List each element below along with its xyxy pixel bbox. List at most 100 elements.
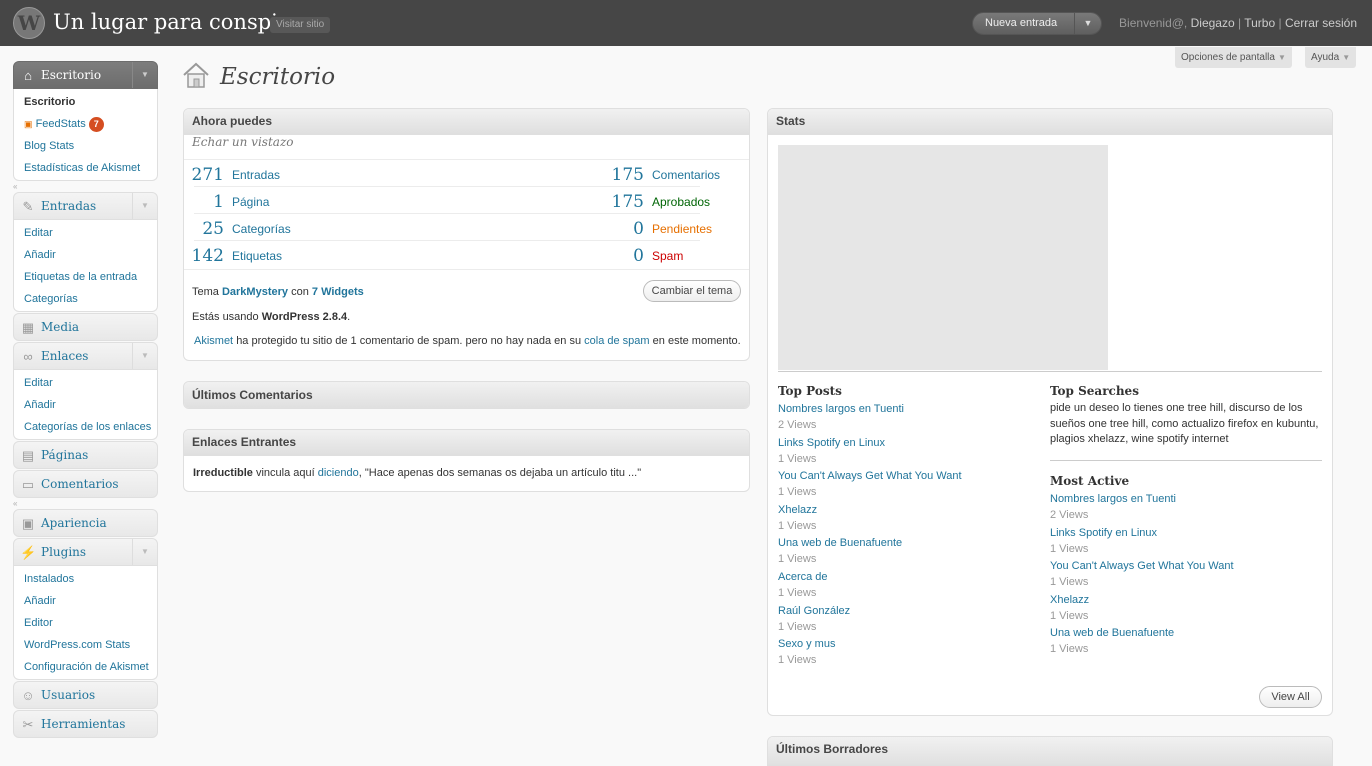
submenu-blog-stats[interactable]: Blog Stats <box>14 135 157 157</box>
most-active-heading: Most Active <box>1050 474 1130 488</box>
stats-post-link[interactable]: Sexo y mus <box>778 636 1038 652</box>
change-theme-button[interactable]: Cambiar el tema <box>643 280 741 302</box>
stats-post-views: 1 Views <box>778 553 817 566</box>
stats-post-link[interactable]: Links Spotify en Linux <box>1050 525 1324 541</box>
stats-post-views: 1 Views <box>778 486 817 499</box>
comments-icon: ▭ <box>21 477 35 492</box>
user-info: Bienvenid@, Diegazo | Turbo | Cerrar ses… <box>1119 16 1357 30</box>
stats-post-link[interactable]: You Can't Always Get What You Want <box>1050 558 1324 574</box>
submenu-feedstats[interactable]: ▣ FeedStats 7 <box>14 113 157 135</box>
logout-link[interactable]: Cerrar sesión <box>1285 16 1357 30</box>
menu-dashboard[interactable]: ⌂ Escritorio ▼ <box>13 61 158 89</box>
menu-posts[interactable]: ✎ Entradas ▼ <box>13 192 158 220</box>
stats-post-views: 1 Views <box>778 586 817 599</box>
comments-count[interactable]: 175 <box>610 165 644 185</box>
pending-link[interactable]: Pendientes <box>652 222 712 236</box>
submenu-add-plugin[interactable]: Añadir <box>14 590 157 612</box>
categories-link[interactable]: Categorías <box>232 222 291 236</box>
stats-post-views: 1 Views <box>1050 643 1089 656</box>
posts-count[interactable]: 271 <box>190 165 224 185</box>
widget-title[interactable]: Enlaces Entrantes <box>184 430 749 456</box>
collapse-arrow-icon[interactable]: « <box>13 181 158 192</box>
stats-post-link[interactable]: Una web de Buenafuente <box>778 535 1038 551</box>
stats-post-link[interactable]: Nombres largos en Tuenti <box>778 401 1038 417</box>
spam-count[interactable]: 0 <box>610 246 644 266</box>
submenu-dashboard[interactable]: Escritorio <box>14 91 157 113</box>
widget-title[interactable]: Stats <box>768 109 1332 135</box>
chevron-down-icon[interactable]: ▼ <box>1074 13 1101 34</box>
users-icon: ☺ <box>21 688 35 703</box>
pages-link[interactable]: Página <box>232 195 269 209</box>
submenu-edit-posts[interactable]: Editar <box>14 222 157 244</box>
pages-count[interactable]: 1 <box>190 192 224 212</box>
stats-post-link[interactable]: Acerca de <box>778 569 1038 585</box>
widget-title[interactable]: Últimos Comentarios <box>184 382 749 408</box>
stats-post-link[interactable]: Nombres largos en Tuenti <box>1050 491 1324 507</box>
menu-comments[interactable]: ▭ Comentarios <box>13 470 158 498</box>
submenu-add-link[interactable]: Añadir <box>14 394 157 416</box>
stats-post-link[interactable]: Una web de Buenafuente <box>1050 625 1324 641</box>
menu-plugins[interactable]: ⚡ Plugins ▼ <box>13 538 158 566</box>
stats-post-link[interactable]: You Can't Always Get What You Want <box>778 468 1038 484</box>
admin-header: W Un lugar para conspirar Visitar sitio … <box>0 0 1372 46</box>
categories-count[interactable]: 25 <box>190 219 224 239</box>
approved-count[interactable]: 175 <box>610 192 644 212</box>
submenu-add-post[interactable]: Añadir <box>14 244 157 266</box>
top-posts-heading: Top Posts <box>778 384 842 398</box>
widgets-link[interactable]: 7 Widgets <box>312 286 364 298</box>
menu-media[interactable]: ▦ Media <box>13 313 158 341</box>
wordpress-logo-icon: W <box>13 7 45 39</box>
stats-post-link[interactable]: Xhelazz <box>1050 592 1324 608</box>
pin-icon: ✎ <box>22 199 34 214</box>
incoming-link[interactable]: diciendo <box>318 467 359 479</box>
theme-link[interactable]: DarkMystery <box>222 286 288 298</box>
turbo-link[interactable]: Turbo <box>1244 16 1275 30</box>
menu-links[interactable]: ∞ Enlaces ▼ <box>13 342 158 370</box>
menu-tools[interactable]: ✂ Herramientas <box>13 710 158 738</box>
menu-pages[interactable]: ▤ Páginas <box>13 441 158 469</box>
posts-link[interactable]: Entradas <box>232 168 280 182</box>
submenu-installed-plugins[interactable]: Instalados <box>14 568 157 590</box>
submenu-akismet-stats[interactable]: Estadísticas de Akismet <box>14 157 157 179</box>
menu-appearance[interactable]: ▣ Apariencia <box>13 509 158 537</box>
help-button[interactable]: Ayuda ▼ <box>1305 47 1357 68</box>
approved-link[interactable]: Aprobados <box>652 195 710 209</box>
user-profile-link[interactable]: Diegazo <box>1191 16 1235 30</box>
submenu-link-categories[interactable]: Categorías de los enlaces <box>14 416 157 438</box>
submenu-post-tags[interactable]: Etiquetas de la entrada <box>14 266 157 288</box>
menu-toggle-icon[interactable]: ▼ <box>132 193 157 219</box>
submenu-plugin-editor[interactable]: Editor <box>14 612 157 634</box>
stats-post-link[interactable]: Links Spotify en Linux <box>778 435 1038 451</box>
akismet-link[interactable]: Akismet <box>194 335 233 347</box>
comments-link[interactable]: Comentarios <box>652 168 720 182</box>
favorite-actions-dropdown[interactable]: Nueva entrada ▼ <box>972 12 1102 35</box>
tags-count[interactable]: 142 <box>190 246 224 266</box>
menu-users[interactable]: ☺ Usuarios <box>13 681 158 709</box>
menu-toggle-icon[interactable]: ▼ <box>132 539 157 565</box>
spam-queue-link[interactable]: cola de spam <box>584 335 649 347</box>
submenu-categories[interactable]: Categorías <box>14 288 157 310</box>
submenu-edit-links[interactable]: Editar <box>14 372 157 394</box>
screen-options-button[interactable]: Opciones de pantalla ▼ <box>1175 47 1292 68</box>
spam-link[interactable]: Spam <box>652 249 683 263</box>
stats-post-link[interactable]: Raúl González <box>778 603 1038 619</box>
stats-post-link[interactable]: Xhelazz <box>778 502 1038 518</box>
stats-post-views: 1 Views <box>778 519 817 532</box>
appearance-icon: ▣ <box>21 516 35 531</box>
visit-site-link[interactable]: Visitar sitio <box>270 17 331 33</box>
submenu-wpcom-stats[interactable]: WordPress.com Stats <box>14 634 157 656</box>
menu-toggle-icon[interactable]: ▼ <box>132 343 157 369</box>
theme-info: Tema DarkMystery con 7 Widgets <box>192 286 364 298</box>
widget-title[interactable]: Ahora puedes <box>184 109 749 135</box>
stats-post-views: 1 Views <box>778 654 817 667</box>
submenu-akismet-config[interactable]: Configuración de Akismet <box>14 656 157 678</box>
collapse-arrow-icon[interactable]: « <box>13 498 158 509</box>
menu-toggle-icon[interactable]: ▼ <box>132 62 157 88</box>
stats-widget: Stats Top Posts Nombres largos en Tuenti… <box>767 108 1333 716</box>
new-post-action[interactable]: Nueva entrada <box>985 17 1057 29</box>
tags-link[interactable]: Etiquetas <box>232 249 282 263</box>
view-all-button[interactable]: View All <box>1259 686 1322 708</box>
recent-drafts-widget: Últimos Borradores <box>767 736 1333 766</box>
stats-post-views: 1 Views <box>778 452 817 465</box>
pending-count[interactable]: 0 <box>610 219 644 239</box>
